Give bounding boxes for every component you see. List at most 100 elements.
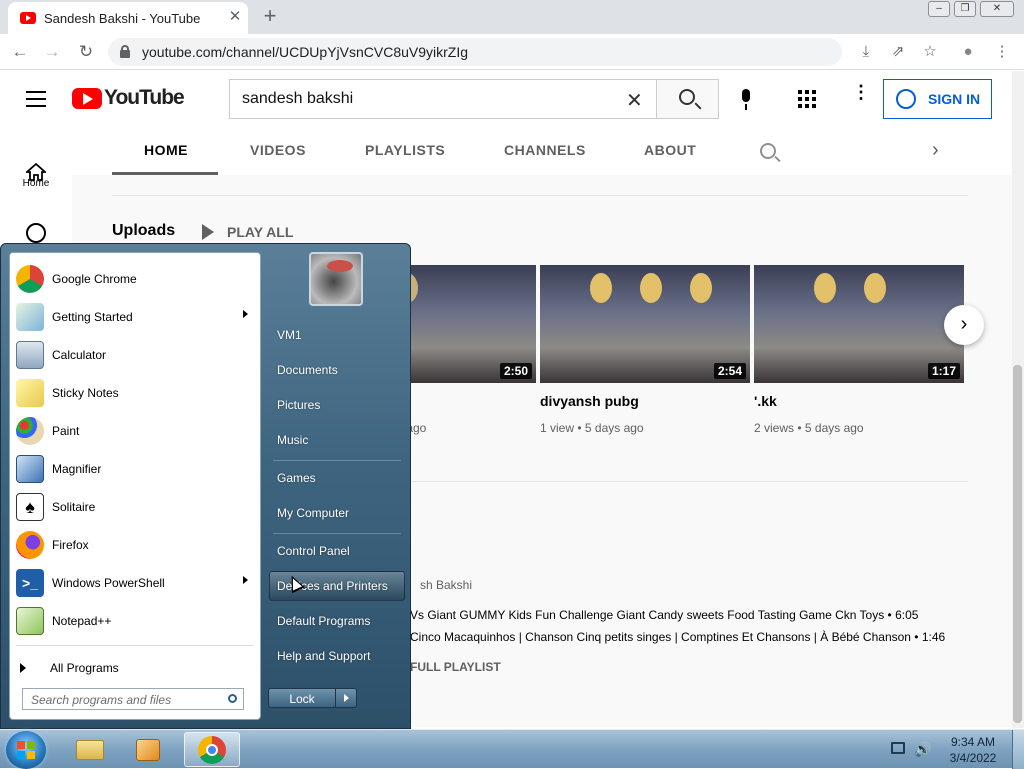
play-all-icon[interactable] — [202, 224, 214, 240]
clock-date[interactable]: 3/4/2022 — [944, 751, 1002, 765]
all-programs-arrow-icon[interactable] — [20, 663, 26, 673]
video-duration: 1:17 — [927, 363, 960, 379]
video-title[interactable]: divyansh pubg — [540, 393, 639, 409]
start-menu: Google Chrome Getting Started Calculator… — [0, 243, 411, 729]
reload-button[interactable]: ↻ — [76, 42, 96, 62]
forward-button[interactable]: → — [42, 42, 62, 62]
taskbar-explorer-button[interactable] — [62, 732, 118, 767]
clear-search-icon[interactable]: ✕ — [626, 88, 643, 113]
clock-time[interactable]: 9:34 AM — [944, 735, 1002, 749]
start-item-paint[interactable]: Paint — [12, 413, 258, 449]
play-all-button[interactable]: PLAY ALL — [227, 224, 293, 240]
magnifier-icon — [16, 455, 44, 483]
back-button[interactable]: ← — [10, 42, 30, 62]
start-item-magnifier[interactable]: Magnifier — [12, 451, 258, 487]
search-input[interactable]: sandesh bakshi ✕ — [229, 79, 656, 119]
bookmark-star-icon[interactable]: ☆ — [920, 42, 940, 62]
start-button[interactable] — [6, 731, 46, 769]
start-item-label: Getting Started — [52, 310, 133, 324]
tabs-next-chevron-icon[interactable]: › — [932, 139, 939, 162]
start-search-input[interactable]: Search programs and files — [22, 688, 244, 710]
start-item-notepad-plus-plus[interactable]: Notepad++ — [12, 603, 258, 639]
apps-grid-icon[interactable] — [798, 90, 816, 108]
video-thumbnail[interactable]: 2:54 — [540, 265, 750, 383]
address-bar[interactable]: youtube.com/channel/UCDUpYjVsnCVC8uV9yik… — [108, 38, 842, 66]
all-programs-button[interactable]: All Programs — [50, 661, 119, 675]
start-item-label: Windows PowerShell — [52, 576, 165, 590]
youtube-logo-text[interactable]: YouTube — [104, 86, 185, 110]
guide-item-home[interactable]: Home — [0, 139, 72, 199]
hamburger-menu-icon[interactable] — [26, 91, 46, 107]
scrollbar-thumb[interactable] — [1013, 365, 1022, 723]
sign-in-button[interactable]: SIGN IN — [883, 79, 992, 119]
show-desktop-button[interactable] — [1012, 730, 1024, 769]
network-tray-icon[interactable] — [891, 742, 905, 754]
youtube-logo-icon[interactable] — [72, 88, 102, 109]
lock-label: Lock — [289, 692, 315, 706]
url-text[interactable]: youtube.com/channel/UCDUpYjVsnCVC8uV9yik… — [142, 44, 468, 60]
minimize-button[interactable]: ‒ — [928, 1, 950, 17]
microphone-icon[interactable] — [740, 89, 752, 111]
carousel-next-button[interactable]: › — [944, 305, 984, 345]
explore-compass-icon[interactable] — [26, 223, 46, 243]
start-link-default-programs[interactable]: Default Programs — [277, 614, 370, 628]
install-app-icon[interactable]: ⤓ — [856, 42, 876, 62]
start-item-label: Firefox — [52, 538, 89, 552]
chrome-icon — [198, 736, 226, 764]
calculator-icon — [16, 341, 44, 369]
channel-search-icon[interactable] — [760, 143, 776, 159]
tab-home[interactable]: HOME — [144, 142, 188, 158]
tab-about[interactable]: ABOUT — [644, 142, 696, 158]
tab-videos[interactable]: VIDEOS — [250, 142, 306, 158]
search-icon[interactable] — [228, 694, 237, 703]
tab-playlists[interactable]: PLAYLISTS — [365, 142, 445, 158]
start-item-getting-started[interactable]: Getting Started — [12, 299, 258, 335]
lock-button[interactable]: Lock — [268, 688, 336, 708]
paint-icon — [16, 417, 44, 445]
start-link-vm1[interactable]: VM1 — [277, 328, 302, 342]
search-button[interactable] — [656, 79, 719, 119]
start-link-music[interactable]: Music — [277, 433, 308, 447]
settings-more-icon[interactable]: ⋮ — [852, 83, 870, 109]
video-duration: 2:54 — [713, 363, 746, 379]
playlist-owner[interactable]: sh Bakshi — [420, 578, 472, 592]
start-link-control-panel[interactable]: Control Panel — [277, 544, 350, 558]
start-link-games[interactable]: Games — [277, 471, 316, 485]
start-item-firefox[interactable]: Firefox — [12, 527, 258, 563]
share-icon[interactable]: ⇗ — [888, 42, 908, 62]
taskbar-media-player-button[interactable] — [122, 732, 178, 767]
start-link-my-computer[interactable]: My Computer — [277, 506, 349, 520]
video-thumbnail[interactable]: 1:17 — [754, 265, 964, 383]
start-link-documents[interactable]: Documents — [277, 363, 338, 377]
browser-tab[interactable]: Sandesh Bakshi - YouTube ✕ — [8, 2, 248, 34]
volume-tray-icon[interactable]: 🔊 — [914, 742, 931, 756]
start-item-calculator[interactable]: Calculator — [12, 337, 258, 373]
start-item-google-chrome[interactable]: Google Chrome — [12, 261, 258, 297]
taskbar-chrome-button[interactable] — [184, 732, 240, 767]
profile-icon[interactable]: ● — [958, 42, 978, 62]
start-item-windows-powershell[interactable]: >_ Windows PowerShell — [12, 565, 258, 601]
playlist-item[interactable]: Cinco Macaquinhos | Chanson Cinq petits … — [410, 630, 945, 644]
video-title[interactable]: '.kk — [754, 393, 777, 409]
user-picture[interactable] — [309, 252, 363, 306]
start-link-pictures[interactable]: Pictures — [277, 398, 320, 412]
lock-icon[interactable] — [120, 45, 130, 58]
restore-button[interactable]: ❐ — [954, 1, 976, 17]
start-item-solitaire[interactable]: ♠ Solitaire — [12, 489, 258, 525]
taskbar: 🔊 9:34 AM 3/4/2022 — [0, 729, 1024, 769]
powershell-icon: >_ — [16, 569, 44, 597]
new-tab-button[interactable]: + — [258, 4, 282, 28]
uploads-title[interactable]: Uploads — [112, 222, 175, 240]
tab-close-icon[interactable]: ✕ — [226, 8, 244, 26]
start-item-label: Paint — [52, 424, 80, 438]
window-close-button[interactable]: ✕ — [980, 1, 1014, 17]
start-item-label: Magnifier — [52, 462, 102, 476]
search-query[interactable]: sandesh bakshi — [242, 90, 353, 108]
tab-channels[interactable]: CHANNELS — [504, 142, 586, 158]
chrome-menu-icon[interactable]: ⋮ — [992, 42, 1012, 62]
shutdown-options-arrow-button[interactable] — [335, 688, 357, 708]
start-item-sticky-notes[interactable]: Sticky Notes — [12, 375, 258, 411]
playlist-item[interactable]: Vs Giant GUMMY Kids Fun Challenge Giant … — [410, 608, 918, 622]
start-link-help-and-support[interactable]: Help and Support — [277, 649, 370, 663]
view-full-playlist-link[interactable]: FULL PLAYLIST — [410, 660, 501, 674]
